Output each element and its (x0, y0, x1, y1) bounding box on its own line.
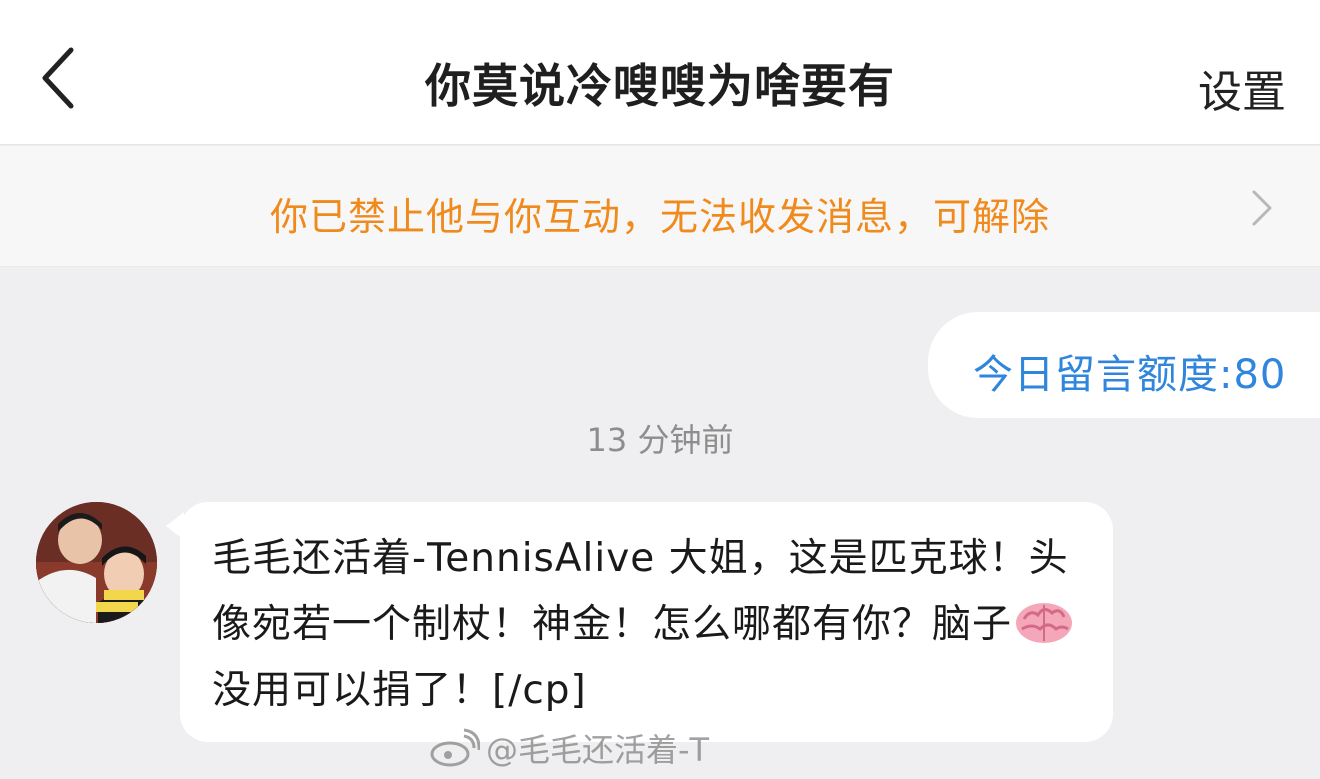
back-button[interactable] (22, 38, 92, 118)
incoming-message-bubble: 毛毛还活着-TennisAlive 大姐，这是匹克球！头像宛若一个制杖！神金！怎… (180, 502, 1113, 742)
weibo-logo-icon (430, 728, 480, 767)
message-quota-text: 今日留言额度:80 (973, 352, 1287, 398)
message-timestamp: 13 分钟前 (586, 421, 734, 459)
chevron-right-icon (1252, 190, 1272, 226)
message-text-part1: 毛毛还活着-TennisAlive 大姐，这是匹克球！头像宛若一个制杖！神金！怎… (212, 536, 1069, 647)
watermark: @毛毛还活着-T (428, 728, 710, 769)
avatar[interactable] (36, 502, 157, 623)
chevron-left-icon (42, 47, 74, 109)
brain-emoji-icon (1016, 603, 1073, 643)
incoming-message-text: 毛毛还活着-TennisAlive 大姐，这是匹克球！头像宛若一个制杖！神金！怎… (212, 526, 1082, 724)
page-title: 你莫说冷嗖嗖为啥要有 (425, 59, 895, 113)
block-notice-banner[interactable]: 你已禁止他与你互动，无法收发消息，可解除 (0, 146, 1320, 267)
settings-button[interactable]: 设置 (1198, 56, 1286, 120)
avatar-image (36, 502, 157, 623)
watermark-text: @毛毛还活着-T (486, 731, 710, 769)
block-notice-text: 你已禁止他与你互动，无法收发消息，可解除 (269, 195, 1050, 239)
outgoing-message-bubble: 今日留言额度:80 (928, 312, 1320, 418)
top-bar: 你莫说冷嗖嗖为啥要有 设置 (0, 0, 1320, 145)
message-text-part2: 没用可以捐了！[/cp] (212, 668, 587, 713)
